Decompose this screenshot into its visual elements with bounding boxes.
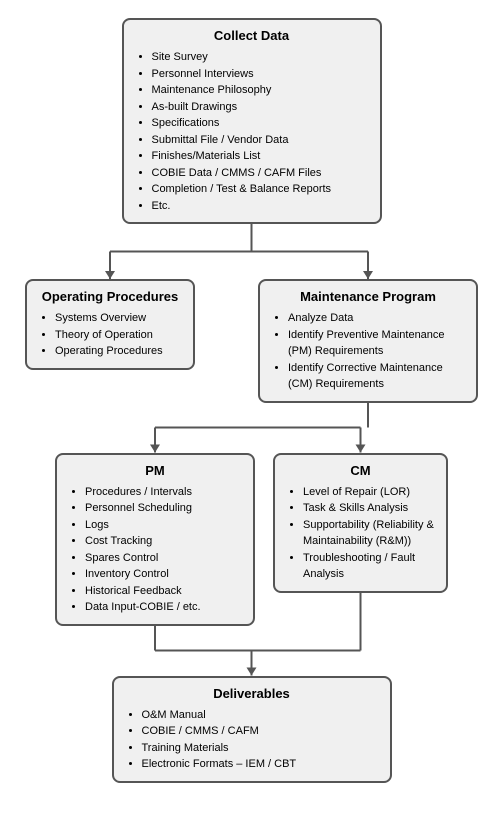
list-item: Identify Corrective Maintenance (CM) Req… <box>288 360 466 393</box>
list-item: Inventory Control <box>85 566 243 583</box>
cm-box: CM Level of Repair (LOR)Task & Skills An… <box>273 453 448 593</box>
list-item: Supportability (Reliability & Maintainab… <box>303 517 436 550</box>
collect-data-box: Collect Data Site SurveyPersonnel Interv… <box>122 18 382 224</box>
list-item: Procedures / Intervals <box>85 484 243 501</box>
list-item: Submittal File / Vendor Data <box>152 132 370 149</box>
list-item: Personnel Scheduling <box>85 500 243 517</box>
list-item: Cost Tracking <box>85 533 243 550</box>
list-item: Systems Overview <box>55 310 183 327</box>
list-item: O&M Manual <box>142 707 380 724</box>
list-item: Data Input-COBIE / etc. <box>85 599 243 616</box>
list-item: Finishes/Materials List <box>152 148 370 165</box>
list-item: Task & Skills Analysis <box>303 500 436 517</box>
collect-data-list: Site SurveyPersonnel InterviewsMaintenan… <box>134 49 370 214</box>
deliverables-box: Deliverables O&M ManualCOBIE / CMMS / CA… <box>112 676 392 783</box>
list-item: Specifications <box>152 115 370 132</box>
pm-list: Procedures / IntervalsPersonnel Scheduli… <box>67 484 243 616</box>
list-item: Historical Feedback <box>85 583 243 600</box>
list-item: Identify Preventive Maintenance (PM) Req… <box>288 327 466 360</box>
collect-data-title: Collect Data <box>134 28 370 43</box>
list-item: Logs <box>85 517 243 534</box>
maintenance-program-title: Maintenance Program <box>270 289 466 304</box>
deliverables-title: Deliverables <box>124 686 380 701</box>
operating-procedures-title: Operating Procedures <box>37 289 183 304</box>
list-item: COBIE / CMMS / CAFM <box>142 723 380 740</box>
list-item: Etc. <box>152 198 370 215</box>
operating-procedures-list: Systems OverviewTheory of OperationOpera… <box>37 310 183 360</box>
list-item: As-built Drawings <box>152 99 370 116</box>
cm-title: CM <box>285 463 436 478</box>
list-item: Electronic Formats – IEM / CBT <box>142 756 380 773</box>
deliverables-list: O&M ManualCOBIE / CMMS / CAFMTraining Ma… <box>124 707 380 773</box>
maintenance-program-list: Analyze DataIdentify Preventive Maintena… <box>270 310 466 393</box>
pm-box: PM Procedures / IntervalsPersonnel Sched… <box>55 453 255 626</box>
pm-title: PM <box>67 463 243 478</box>
operating-procedures-box: Operating Procedures Systems OverviewThe… <box>25 279 195 370</box>
list-item: Analyze Data <box>288 310 466 327</box>
list-item: Theory of Operation <box>55 327 183 344</box>
list-item: Completion / Test & Balance Reports <box>152 181 370 198</box>
cm-list: Level of Repair (LOR)Task & Skills Analy… <box>285 484 436 583</box>
list-item: Level of Repair (LOR) <box>303 484 436 501</box>
list-item: Troubleshooting / Fault Analysis <box>303 550 436 583</box>
list-item: COBIE Data / CMMS / CAFM Files <box>152 165 370 182</box>
list-item: Personnel Interviews <box>152 66 370 83</box>
maintenance-program-box: Maintenance Program Analyze DataIdentify… <box>258 279 478 403</box>
list-item: Training Materials <box>142 740 380 757</box>
list-item: Spares Control <box>85 550 243 567</box>
list-item: Maintenance Philosophy <box>152 82 370 99</box>
list-item: Operating Procedures <box>55 343 183 360</box>
list-item: Site Survey <box>152 49 370 66</box>
